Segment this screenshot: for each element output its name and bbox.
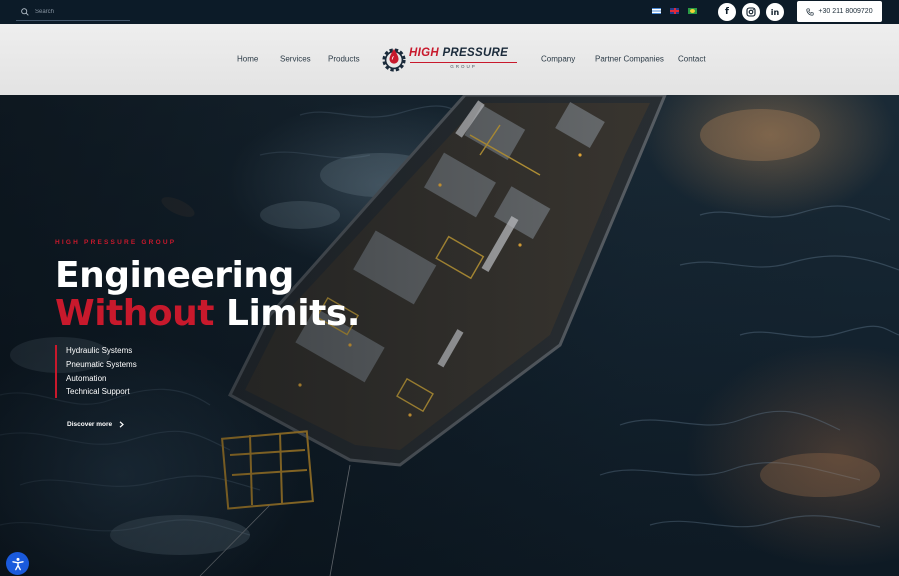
nav-home[interactable]: Home — [237, 55, 258, 64]
top-bar: f in +30 211 8009720 — [0, 0, 899, 24]
search-input[interactable] — [35, 9, 115, 15]
logo-divider — [410, 62, 517, 63]
service-item-support: Technical Support — [66, 387, 130, 397]
logo-word-high: HIGH — [409, 47, 439, 59]
nav-company[interactable]: Company — [541, 55, 575, 64]
nav-partner-companies[interactable]: Partner Companies — [595, 55, 664, 64]
discover-more-label: Discover more — [67, 421, 113, 428]
language-switcher — [652, 8, 697, 14]
hero-headline: Engineering Without Limits. — [55, 257, 360, 333]
phone-number: +30 211 8009720 — [818, 8, 873, 15]
facebook-icon: f — [725, 7, 729, 17]
service-item-hydraulic: Hydraulic Systems — [66, 346, 133, 355]
nav-contact[interactable]: Contact — [678, 55, 706, 64]
brazil-flag-icon[interactable] — [688, 8, 697, 14]
accessibility-icon — [11, 557, 24, 570]
instagram-button[interactable] — [742, 3, 760, 21]
chevron-right-icon — [119, 421, 125, 428]
logo-wordmark: HIGH PRESSURE — [409, 47, 508, 59]
search-bar[interactable] — [16, 4, 130, 21]
nav-services[interactable]: Services — [280, 55, 311, 64]
phone-button[interactable]: +30 211 8009720 — [797, 1, 882, 22]
hero-eyebrow: HIGH PRESSURE GROUP — [55, 239, 177, 246]
instagram-icon — [746, 7, 756, 17]
hero-overlay — [0, 95, 899, 576]
headline-rest: Limits. — [213, 293, 360, 334]
uk-flag-icon[interactable] — [670, 8, 679, 14]
hero-services-list: Hydraulic Systems Pneumatic Systems Auto… — [55, 345, 137, 398]
facebook-button[interactable]: f — [718, 3, 736, 21]
headline-highlight: Without — [55, 293, 214, 334]
linkedin-button[interactable]: in — [766, 3, 784, 21]
headline-line-1: Engineering — [55, 255, 294, 296]
search-icon — [21, 8, 29, 16]
site-logo[interactable]: HIGH PRESSURE GROUP — [380, 43, 522, 75]
nav-products[interactable]: Products — [328, 55, 360, 64]
service-item-pneumatic: Pneumatic Systems — [66, 359, 137, 369]
logo-word-pressure: PRESSURE — [442, 47, 509, 59]
phone-icon — [806, 7, 814, 16]
discover-more-link[interactable]: Discover more — [67, 421, 125, 428]
hero-section — [0, 95, 899, 576]
linkedin-icon: in — [770, 7, 780, 17]
accessibility-button[interactable] — [6, 552, 29, 575]
logo-subtitle: GROUP — [450, 64, 477, 69]
service-item-automation: Automation — [66, 373, 107, 383]
greek-flag-icon[interactable] — [652, 8, 661, 14]
gear-drop-icon — [382, 48, 406, 72]
